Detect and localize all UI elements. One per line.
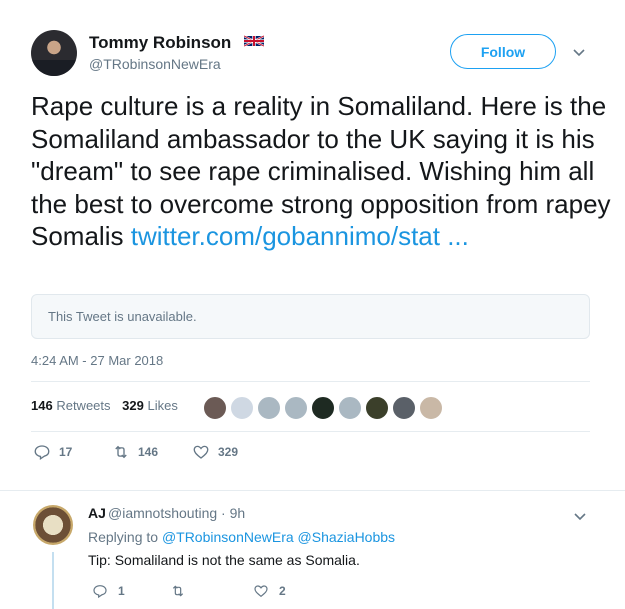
quoted-tweet-message: This Tweet is unavailable. [48, 309, 197, 324]
reply-reply-action[interactable]: 1 [92, 583, 125, 599]
reply-avatar[interactable] [33, 505, 73, 545]
retweet-icon [115, 445, 127, 459]
retweet-icon [172, 585, 184, 597]
liker-avatar[interactable] [311, 396, 335, 420]
reply-icon [34, 445, 50, 461]
author-handle[interactable]: @TRobinsonNewEra [89, 56, 221, 72]
reply-icon [93, 585, 107, 599]
main-tweet: Tommy Robinson @TRobinsonNewEra Follow R… [0, 0, 625, 490]
reply-count: 17 [59, 445, 73, 459]
reply-action[interactable]: 17 [33, 443, 72, 461]
author-avatar[interactable] [31, 30, 77, 76]
likes-stat[interactable]: 329 Likes [122, 398, 178, 413]
reply-count: 1 [118, 584, 125, 598]
reply-retweet-action[interactable] [170, 583, 186, 599]
retweet-action[interactable]: 146 [112, 443, 158, 461]
heart-icon [254, 585, 268, 598]
follow-button[interactable]: Follow [450, 34, 556, 69]
uk-flag-icon [244, 35, 264, 47]
retweets-stat[interactable]: 146 Retweets [31, 398, 111, 413]
liker-avatar[interactable] [230, 396, 254, 420]
reply-like-action[interactable]: 2 [253, 583, 286, 599]
reply-text: Tip: Somaliland is not the same as Somal… [88, 552, 360, 568]
quoted-tweet-unavailable: This Tweet is unavailable. [31, 294, 590, 339]
like-count: 2 [279, 584, 286, 598]
liker-avatar[interactable] [392, 396, 416, 420]
liker-avatar[interactable] [284, 396, 308, 420]
liker-avatar[interactable] [365, 396, 389, 420]
chevron-down-icon[interactable] [572, 508, 588, 524]
replying-to: Replying to @TRobinsonNewEra @ShaziaHobb… [88, 529, 395, 545]
like-action[interactable]: 329 [192, 443, 238, 461]
mention-link[interactable]: @ShaziaHobbs [298, 529, 396, 545]
reply-author-name[interactable]: AJ [88, 505, 106, 521]
liker-avatar[interactable] [257, 396, 281, 420]
heart-icon [193, 445, 209, 459]
tweet-timestamp[interactable]: 4:24 AM - 27 Mar 2018 [31, 353, 163, 368]
mention-link[interactable]: @TRobinsonNewEra [162, 529, 294, 545]
reply-author-handle[interactable]: @iamnotshouting · 9h [108, 505, 245, 521]
divider [31, 381, 590, 382]
divider [31, 431, 590, 432]
tweet-link[interactable]: twitter.com/gobannimo/stat ... [131, 221, 469, 251]
liker-avatar[interactable] [419, 396, 443, 420]
replying-prefix: Replying to [88, 529, 159, 545]
author-name[interactable]: Tommy Robinson [89, 33, 231, 53]
liker-avatar[interactable] [338, 396, 362, 420]
tweet-stats: 146 Retweets 329 Likes [31, 398, 178, 413]
liker-avatar[interactable] [203, 396, 227, 420]
retweet-count: 146 [138, 445, 159, 459]
chevron-down-icon[interactable] [571, 44, 587, 60]
tweet-text: Rape culture is a reality in Somaliland.… [31, 90, 611, 253]
thread-line [52, 552, 54, 609]
liker-avatars [203, 396, 443, 420]
like-count: 329 [218, 445, 239, 459]
